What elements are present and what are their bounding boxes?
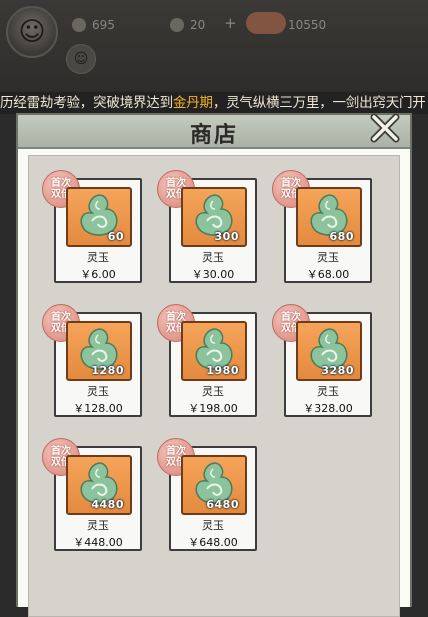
- shop-item-card[interactable]: 首次 双倍 60 灵玉 ￥6.00: [42, 170, 142, 283]
- item-grid: 首次 双倍 60 灵玉 ￥6.00 首次 双倍 300 灵玉 ￥30.00 首次…: [28, 155, 400, 617]
- resource-icon: [72, 18, 86, 32]
- top-bar: ☺ ☺ 695 20 + 10550: [0, 0, 428, 90]
- item-icon-tile: 60: [66, 187, 132, 247]
- shop-dialog: 商店 首次 双倍 60 灵玉 ￥6.00 首次 双倍 300 灵玉 ￥30.00…: [16, 111, 412, 617]
- item-name: 灵玉: [87, 251, 109, 264]
- item-name: 灵玉: [317, 385, 339, 398]
- item-icon-tile: 1280: [66, 321, 132, 381]
- dialog-title: 商店: [189, 123, 238, 148]
- item-amount: 300: [214, 230, 239, 243]
- item-amount: 1280: [91, 364, 124, 377]
- item-icon-tile: 3280: [296, 321, 362, 381]
- item-icon-tile: 4480: [66, 455, 132, 515]
- item-amount: 680: [329, 230, 354, 243]
- shop-item-card[interactable]: 首次 双倍 3280 灵玉 ￥328.00: [272, 304, 372, 417]
- item-price: ￥328.00: [303, 402, 353, 415]
- player-avatar[interactable]: ☺: [6, 6, 58, 58]
- item-price: ￥68.00: [306, 268, 350, 281]
- item-amount: 1980: [206, 364, 239, 377]
- shop-item-card[interactable]: 首次 双倍 6480 灵玉 ￥648.00: [157, 438, 257, 551]
- shop-item-card[interactable]: 首次 双倍 1280 灵玉 ￥128.00: [42, 304, 142, 417]
- shop-item-card[interactable]: 首次 双倍 680 灵玉 ￥68.00: [272, 170, 372, 283]
- companion-avatar[interactable]: ☺: [66, 44, 96, 74]
- item-icon-tile: 680: [296, 187, 362, 247]
- item-price: ￥128.00: [73, 402, 123, 415]
- item-icon-tile: 1980: [181, 321, 247, 381]
- item-icon-tile: 6480: [181, 455, 247, 515]
- announcement-marquee: 历经雷劫考验，突破境界达到金丹期，灵气纵横三万里，一剑出窍天门开: [0, 92, 428, 114]
- item-amount: 3280: [321, 364, 354, 377]
- cloud-icon: [246, 12, 286, 34]
- item-name: 灵玉: [87, 385, 109, 398]
- item-price: ￥648.00: [188, 536, 238, 549]
- dialog-titlebar: 商店: [18, 115, 410, 149]
- item-name: 灵玉: [87, 519, 109, 532]
- item-price: ￥198.00: [188, 402, 238, 415]
- resource-stat-mid: 20: [170, 18, 205, 32]
- resource-stat-right: 10550: [288, 18, 327, 32]
- item-amount: 60: [107, 230, 124, 243]
- add-resource-button[interactable]: +: [224, 14, 237, 32]
- resource-icon: [170, 18, 184, 32]
- shop-item-card[interactable]: 首次 双倍 4480 灵玉 ￥448.00: [42, 438, 142, 551]
- shop-item-card[interactable]: 首次 双倍 1980 灵玉 ￥198.00: [157, 304, 257, 417]
- item-price: ￥6.00: [80, 268, 116, 281]
- item-name: 灵玉: [202, 519, 224, 532]
- item-price: ￥30.00: [191, 268, 235, 281]
- close-icon[interactable]: [368, 111, 402, 145]
- item-icon-tile: 300: [181, 187, 247, 247]
- realm-highlight: 金丹期: [172, 95, 213, 111]
- item-price: ￥448.00: [73, 536, 123, 549]
- item-name: 灵玉: [317, 251, 339, 264]
- resource-stat-left: 695: [72, 18, 115, 32]
- item-amount: 6480: [206, 498, 239, 511]
- shop-item-card[interactable]: 首次 双倍 300 灵玉 ￥30.00: [157, 170, 257, 283]
- item-amount: 4480: [91, 498, 124, 511]
- item-name: 灵玉: [202, 385, 224, 398]
- item-name: 灵玉: [202, 251, 224, 264]
